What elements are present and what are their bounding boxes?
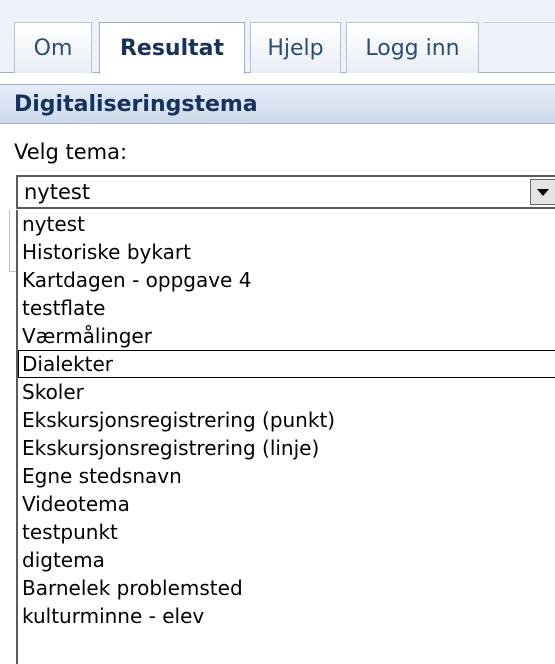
dropdown-option[interactable]: kulturminne - elev xyxy=(18,602,555,630)
tab-resultat-label: Resultat xyxy=(119,36,225,61)
tab-resultat[interactable]: Resultat xyxy=(99,22,245,74)
tab-om-label: Om xyxy=(33,35,73,61)
triangle-down-icon xyxy=(537,189,549,196)
panel-title-text: Digitaliseringstema xyxy=(14,91,258,117)
theme-select[interactable]: nytest xyxy=(16,175,555,209)
tab-hjelp[interactable]: Hjelp xyxy=(250,22,341,73)
tab-logg-inn-label: Logg inn xyxy=(365,35,460,61)
tab-hjelp-label: Hjelp xyxy=(267,35,324,61)
dropdown-arrow-button[interactable] xyxy=(530,179,555,205)
theme-dropdown-list: nytest Historiske bykart Kartdagen - oppga… xyxy=(16,210,555,664)
dropdown-option[interactable]: Historiske bykart xyxy=(18,238,555,266)
tab-logg-inn[interactable]: Logg inn xyxy=(346,22,479,73)
page: Om Resultat Hjelp Logg inn Digitaliserin… xyxy=(0,0,555,664)
tab-bar: Om Resultat Hjelp Logg inn xyxy=(0,0,555,74)
dropdown-option[interactable]: testpunkt xyxy=(18,518,555,546)
dropdown-option[interactable]: digtema xyxy=(18,546,555,574)
panel-title: Digitaliseringstema xyxy=(0,84,555,124)
dropdown-option[interactable]: Kartdagen - oppgave 4 xyxy=(18,266,555,294)
dropdown-option[interactable]: Værmålinger xyxy=(18,322,555,350)
dropdown-option[interactable]: Dialekter xyxy=(18,350,555,378)
tab-bar-filler xyxy=(483,22,555,73)
background-panel-edge xyxy=(9,210,16,272)
dropdown-option[interactable]: Barnelek problemsted xyxy=(18,574,555,602)
dropdown-option[interactable]: testflate xyxy=(18,294,555,322)
tab-om[interactable]: Om xyxy=(14,22,92,73)
theme-select-value: nytest xyxy=(24,180,91,204)
dropdown-option[interactable]: nytest xyxy=(18,210,555,238)
dropdown-option[interactable]: Egne stedsnavn xyxy=(18,462,555,490)
dropdown-option[interactable]: Ekskursjonsregistrering (linje) xyxy=(18,434,555,462)
dropdown-option[interactable]: Videotema xyxy=(18,490,555,518)
select-label: Velg tema: xyxy=(14,140,128,164)
dropdown-option[interactable]: Ekskursjonsregistrering (punkt) xyxy=(18,406,555,434)
dropdown-option[interactable]: Skoler xyxy=(18,378,555,406)
